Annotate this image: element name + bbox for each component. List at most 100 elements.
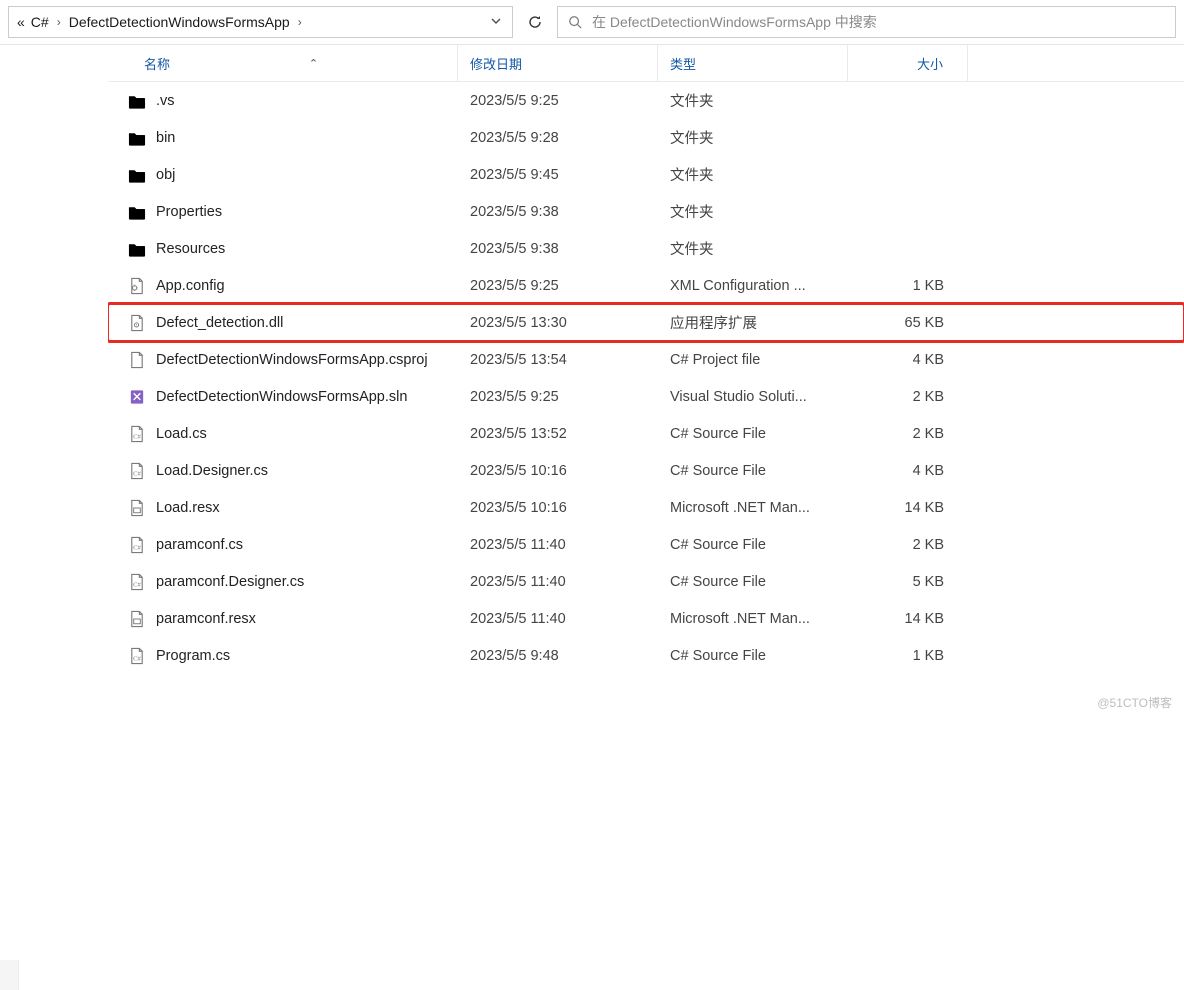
cell-date: 2023/5/5 13:30	[458, 315, 658, 331]
file-row[interactable]: Resources 2023/5/5 9:38文件夹	[108, 230, 1184, 267]
svg-text:C#: C#	[133, 470, 141, 477]
file-row[interactable]: bin2023/5/5 9:28文件夹	[108, 119, 1184, 156]
cell-name: paramconf.resx	[108, 610, 458, 628]
column-header-size[interactable]: 大小	[848, 45, 968, 81]
cell-size: 14 KB	[848, 500, 968, 516]
file-row[interactable]: C#Load.cs2023/5/5 13:52C# Source File2 K…	[108, 415, 1184, 452]
cell-size: 5 KB	[848, 574, 968, 590]
file-name-label: paramconf.Designer.cs	[156, 574, 304, 590]
breadcrumb-part-1[interactable]: DefectDetectionWindowsFormsApp	[69, 14, 290, 30]
address-search-bar: « C# › DefectDetectionWindowsFormsApp ›	[0, 0, 1184, 45]
csharp-file-icon: C#	[128, 462, 146, 480]
cell-name: C#Load.Designer.cs	[108, 462, 458, 480]
breadcrumb-more[interactable]: «	[17, 14, 25, 30]
cell-type: C# Source File	[658, 426, 848, 442]
file-row[interactable]: Defect_detection.dll2023/5/5 13:30应用程序扩展…	[108, 304, 1184, 341]
cell-date: 2023/5/5 10:16	[458, 500, 658, 516]
csharp-file-icon: C#	[128, 573, 146, 591]
svg-text:C#: C#	[133, 433, 141, 440]
cell-name: obj	[108, 166, 458, 184]
resx-file-icon	[128, 499, 146, 517]
cell-type: 文件夹	[658, 201, 848, 222]
cell-type: 文件夹	[658, 238, 848, 259]
breadcrumb-history-chevron-icon[interactable]	[480, 14, 512, 30]
cell-size: 14 KB	[848, 611, 968, 627]
column-header-type-label: 类型	[670, 54, 696, 73]
file-row[interactable]: paramconf.resx2023/5/5 11:40Microsoft .N…	[108, 600, 1184, 637]
file-name-label: Load.resx	[156, 500, 220, 516]
column-header-size-label: 大小	[917, 54, 943, 73]
cell-type: 应用程序扩展	[658, 312, 848, 333]
file-row[interactable]: App.config 2023/5/5 9:25XML Configuration…	[108, 267, 1184, 304]
column-header-name-label: 名称	[144, 54, 170, 73]
file-row[interactable]: C#Load.Designer.cs2023/5/5 10:16C# Sourc…	[108, 452, 1184, 489]
file-row[interactable]: C# paramconf.Designer.cs 2023/5/5 11:40C# …	[108, 563, 1184, 600]
cell-type: C# Source File	[658, 648, 848, 664]
cell-date: 2023/5/5 11:40	[458, 611, 658, 627]
file-row[interactable]: obj2023/5/5 9:45文件夹	[108, 156, 1184, 193]
cell-name: Load.resx	[108, 499, 458, 517]
file-name-label: DefectDetectionWindowsFormsApp.csproj	[156, 352, 428, 368]
breadcrumb-part-0[interactable]: C#	[31, 14, 49, 30]
cell-name: .vs	[108, 92, 458, 110]
cell-date: 2023/5/5 10:16	[458, 463, 658, 479]
file-row[interactable]: Load.resx2023/5/5 10:16Microsoft .NET Ma…	[108, 489, 1184, 526]
cell-type: XML Configuration ...	[658, 278, 848, 294]
svg-text:C#: C#	[133, 544, 141, 551]
cell-date: 2023/5/5 11:40	[458, 537, 658, 553]
file-rows: .vs2023/5/5 9:25文件夹bin2023/5/5 9:28文件夹ob…	[108, 82, 1184, 719]
cell-date: 2023/5/5 13:54	[458, 352, 658, 368]
cell-type: 文件夹	[658, 90, 848, 111]
file-row[interactable]: Properties2023/5/5 9:38文件夹	[108, 193, 1184, 230]
folder-icon	[128, 92, 146, 110]
file-list: 名称 ⌃ 修改日期 类型 大小 .vs2023/5/5 9:25文件夹bin20…	[108, 45, 1184, 719]
cell-type: Visual Studio Soluti...	[658, 389, 848, 405]
column-header-type[interactable]: 类型	[658, 45, 848, 81]
cell-size: 4 KB	[848, 352, 968, 368]
file-row[interactable]: C#Program.cs2023/5/5 9:48C# Source File1…	[108, 637, 1184, 674]
file-name-label: paramconf.resx	[156, 611, 256, 627]
cell-type: C# Source File	[658, 574, 848, 590]
breadcrumb[interactable]: « C# › DefectDetectionWindowsFormsApp ›	[8, 6, 513, 38]
folder-icon	[128, 203, 146, 221]
file-row[interactable]: DefectDetectionWindowsFormsApp.sln2023/5…	[108, 378, 1184, 415]
cell-date: 2023/5/5 13:52	[458, 426, 658, 442]
sln-file-icon	[128, 388, 146, 406]
folder-icon	[128, 240, 146, 258]
column-header-date[interactable]: 修改日期	[458, 45, 658, 81]
cell-size: 2 KB	[848, 537, 968, 553]
cell-date: 2023/5/5 9:48	[458, 648, 658, 664]
file-name-label: Resources	[156, 241, 225, 257]
config-file-icon	[128, 277, 146, 295]
cell-date: 2023/5/5 11:40	[458, 574, 658, 590]
search-box[interactable]	[557, 6, 1176, 38]
chevron-right-icon: ›	[57, 15, 61, 29]
folder-icon	[128, 166, 146, 184]
file-name-label: paramconf.cs	[156, 537, 243, 553]
cell-name: DefectDetectionWindowsFormsApp.csproj	[108, 351, 458, 369]
cell-type: 文件夹	[658, 164, 848, 185]
file-name-label: App.config	[156, 278, 225, 294]
cell-date: 2023/5/5 9:28	[458, 130, 658, 146]
cell-date: 2023/5/5 9:25	[458, 278, 658, 294]
cell-name: DefectDetectionWindowsFormsApp.sln	[108, 388, 458, 406]
chevron-right-icon: ›	[298, 15, 302, 29]
cell-size: 1 KB	[848, 648, 968, 664]
cell-date: 2023/5/5 9:38	[458, 241, 658, 257]
cell-date: 2023/5/5 9:25	[458, 93, 658, 109]
file-row[interactable]: C# paramconf.cs 2023/5/5 11:40C# Source Fi…	[108, 526, 1184, 563]
cell-name: C#Program.cs	[108, 647, 458, 665]
csharp-file-icon: C#	[128, 536, 146, 554]
file-row[interactable]: DefectDetectionWindowsFormsApp.csproj 202…	[108, 341, 1184, 378]
csharp-file-icon: C#	[128, 647, 146, 665]
search-input[interactable]	[590, 13, 1175, 31]
cell-date: 2023/5/5 9:25	[458, 389, 658, 405]
cell-type: C# Source File	[658, 537, 848, 553]
file-row[interactable]: .vs2023/5/5 9:25文件夹	[108, 82, 1184, 119]
cell-name: bin	[108, 129, 458, 147]
column-header-name[interactable]: 名称 ⌃	[108, 45, 458, 81]
cell-name: C# Load.cs	[108, 425, 458, 443]
file-name-label: bin	[156, 130, 175, 146]
refresh-button[interactable]	[519, 6, 551, 38]
file-name-label: Load.cs	[156, 426, 207, 442]
